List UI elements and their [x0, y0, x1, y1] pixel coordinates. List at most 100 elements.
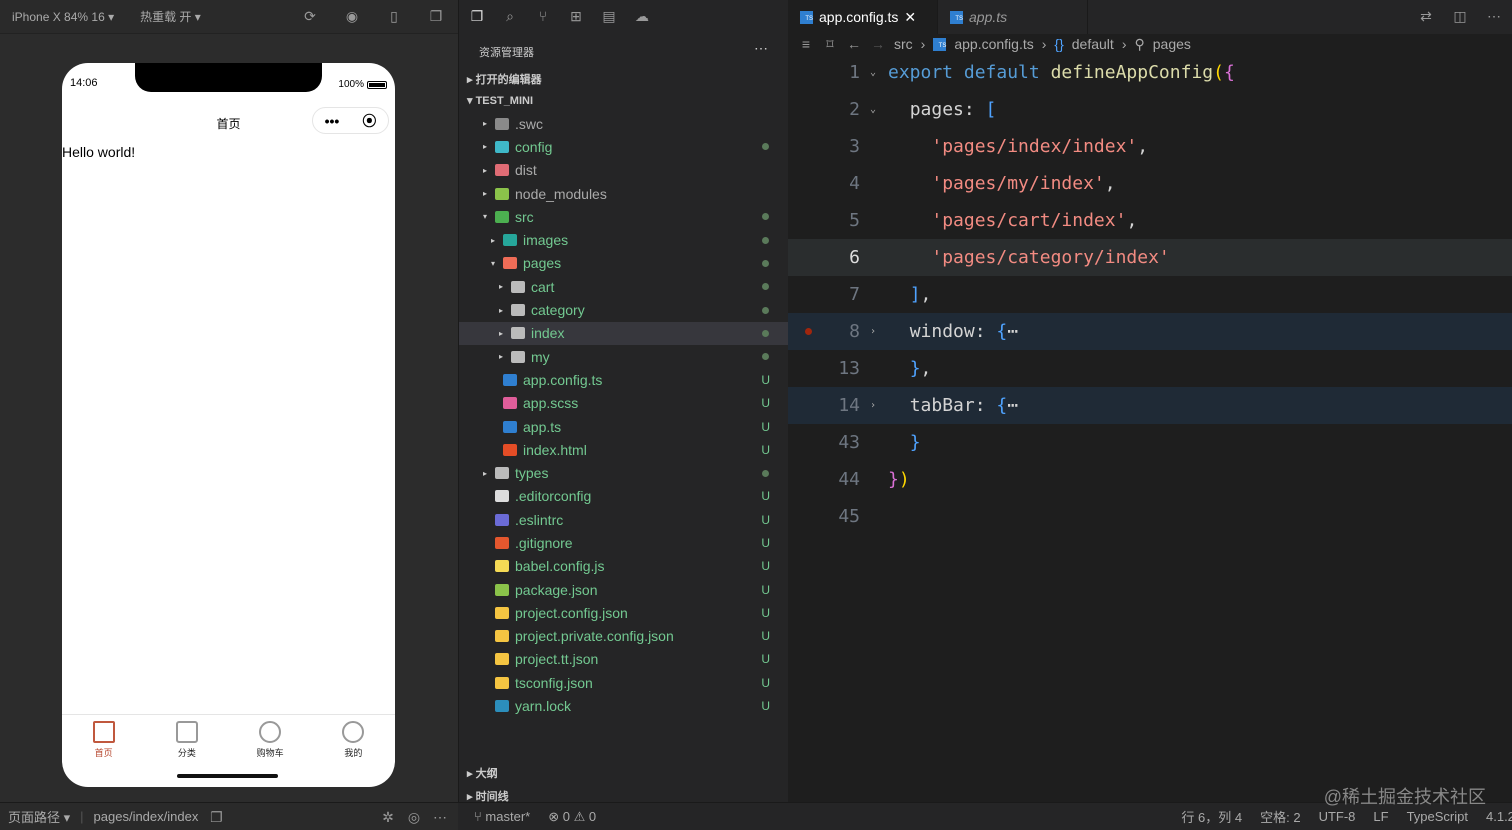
- indentation[interactable]: 空格: 2: [1260, 807, 1300, 826]
- ts-version[interactable]: 4.1.2: [1486, 809, 1512, 824]
- tree-item[interactable]: package.json U: [459, 578, 788, 601]
- tab-category[interactable]: 分类: [145, 715, 228, 764]
- fold-icon[interactable]: ›: [870, 326, 876, 337]
- fold-icon[interactable]: ⌄: [870, 104, 876, 115]
- code-line[interactable]: 5 'pages/cart/index',: [788, 202, 1512, 239]
- tree-item[interactable]: project.private.config.json U: [459, 625, 788, 648]
- item-label: my: [531, 348, 550, 365]
- encoding[interactable]: UTF-8: [1319, 809, 1356, 824]
- page-path-select[interactable]: 页面路径 ▾: [8, 807, 70, 826]
- tree-item[interactable]: ▾ pages: [459, 252, 788, 275]
- fold-icon[interactable]: ⌄: [870, 67, 876, 78]
- tree-item[interactable]: app.ts U: [459, 415, 788, 438]
- eol[interactable]: LF: [1373, 809, 1388, 824]
- code-line[interactable]: 13 },: [788, 350, 1512, 387]
- tree-item[interactable]: .editorconfig U: [459, 485, 788, 508]
- tree-item[interactable]: ▸ dist: [459, 159, 788, 182]
- breakpoint-icon[interactable]: [805, 328, 812, 335]
- tree-item[interactable]: ▸ images: [459, 228, 788, 251]
- debug-icon[interactable]: ✲: [380, 809, 396, 825]
- window-icon[interactable]: ❐: [428, 8, 444, 24]
- tab-mine[interactable]: 我的: [312, 715, 395, 764]
- bookmark-icon[interactable]: ⌑: [822, 36, 838, 52]
- tree-item[interactable]: tsconfig.json U: [459, 671, 788, 694]
- close-target-icon[interactable]: ⦿: [362, 111, 376, 131]
- branch[interactable]: ⑂ master*: [474, 809, 530, 824]
- code-line[interactable]: 1 ⌄ export default defineAppConfig({: [788, 54, 1512, 91]
- more-icon[interactable]: •••: [325, 113, 340, 129]
- hotreload-select[interactable]: 热重载 开 ▾: [140, 8, 201, 25]
- breadcrumb-item[interactable]: pages: [1153, 36, 1191, 52]
- code-line[interactable]: 2 ⌄ pages: [: [788, 91, 1512, 128]
- capsule-menu[interactable]: ••• ⦿: [312, 107, 389, 134]
- phone-icon[interactable]: ▯: [386, 8, 402, 24]
- stop-icon[interactable]: ◉: [344, 8, 360, 24]
- files-icon[interactable]: ❐: [469, 8, 485, 24]
- code-line[interactable]: 6 'pages/category/index': [788, 239, 1512, 276]
- tree-item[interactable]: .eslintrc U: [459, 508, 788, 531]
- code-line[interactable]: 8 › window: {⋯: [788, 313, 1512, 350]
- tree-item[interactable]: ▸ category: [459, 298, 788, 321]
- tree-item[interactable]: project.config.json U: [459, 601, 788, 624]
- breadcrumb-item[interactable]: src: [894, 36, 913, 52]
- extensions-icon[interactable]: ⊞: [568, 8, 584, 24]
- forward-icon[interactable]: →: [870, 36, 886, 52]
- line-number: 13: [838, 358, 860, 379]
- tree-item[interactable]: app.scss U: [459, 392, 788, 415]
- refresh-icon[interactable]: ⟳: [302, 8, 318, 24]
- tree-item[interactable]: .gitignore U: [459, 531, 788, 554]
- search-icon[interactable]: ⌕: [502, 8, 518, 24]
- device-select[interactable]: iPhone X 84% 16 ▾: [12, 10, 114, 24]
- eye-icon[interactable]: ◎: [406, 809, 422, 825]
- tree-item[interactable]: index.html U: [459, 438, 788, 461]
- docker-icon[interactable]: ☁: [634, 8, 650, 24]
- tree-item[interactable]: project.tt.json U: [459, 648, 788, 671]
- line-number: 1: [849, 62, 860, 83]
- copy-icon[interactable]: ❐: [208, 809, 224, 825]
- tree-item[interactable]: ▾ src: [459, 205, 788, 228]
- code-line[interactable]: 4 'pages/my/index',: [788, 165, 1512, 202]
- language[interactable]: TypeScript: [1407, 809, 1468, 824]
- breadcrumb-item[interactable]: default: [1072, 36, 1114, 52]
- tree-item[interactable]: yarn.lock U: [459, 694, 788, 717]
- fold-icon[interactable]: ›: [870, 400, 876, 411]
- tab-home[interactable]: 首页: [62, 715, 145, 764]
- tab-app-config-ts[interactable]: TS app.config.ts ✕: [788, 0, 938, 34]
- code-line[interactable]: 7 ],: [788, 276, 1512, 313]
- tree-item[interactable]: ▸ config: [459, 135, 788, 158]
- tree-item[interactable]: ▸ cart: [459, 275, 788, 298]
- code-line[interactable]: 14 › tabBar: {⋯: [788, 387, 1512, 424]
- breadcrumb-item[interactable]: app.config.ts: [954, 36, 1033, 52]
- back-icon[interactable]: ←: [846, 36, 862, 52]
- cursor-position[interactable]: 行 6，列 4: [1181, 807, 1242, 826]
- problems[interactable]: ⊗ 0 ⚠ 0: [548, 809, 596, 825]
- code-line[interactable]: 43 }: [788, 424, 1512, 461]
- more-icon[interactable]: ⋯: [1486, 8, 1502, 24]
- more-icon[interactable]: ⋯: [432, 809, 448, 825]
- tree-item[interactable]: ▸ index: [459, 321, 788, 345]
- tree-item[interactable]: ▸ node_modules: [459, 182, 788, 205]
- file-icon: [503, 443, 517, 456]
- storage-icon[interactable]: ▤: [601, 8, 617, 24]
- outline-section[interactable]: ▸ 大纲: [459, 760, 788, 783]
- tree-item[interactable]: ▸ types: [459, 461, 788, 484]
- code-line[interactable]: 44}): [788, 461, 1512, 498]
- list-icon[interactable]: ≡: [798, 36, 814, 52]
- code-area[interactable]: 1 ⌄ export default defineAppConfig({2 ⌄ pag…: [788, 54, 1512, 535]
- code-line[interactable]: 45: [788, 498, 1512, 535]
- tab-cart[interactable]: 购物车: [229, 715, 312, 764]
- project-section[interactable]: ▾ TEST_MINI: [459, 89, 788, 112]
- hello-text: Hello world!: [62, 144, 136, 160]
- tree-item[interactable]: ▸ my: [459, 345, 788, 368]
- more-icon[interactable]: ⋯: [754, 40, 768, 57]
- tab-app-ts[interactable]: TS app.ts: [938, 0, 1088, 34]
- code-line[interactable]: 3 'pages/index/index',: [788, 128, 1512, 165]
- tree-item[interactable]: ▸ .swc: [459, 112, 788, 135]
- git-icon[interactable]: ⑂: [535, 8, 551, 24]
- tree-item[interactable]: app.config.ts U: [459, 368, 788, 391]
- close-icon[interactable]: ✕: [904, 9, 916, 26]
- open-editors-section[interactable]: ▸ 打开的编辑器: [459, 66, 788, 89]
- tree-item[interactable]: babel.config.js U: [459, 555, 788, 578]
- split-editor-icon[interactable]: ◫: [1452, 8, 1468, 24]
- compare-icon[interactable]: ⇄: [1418, 8, 1434, 24]
